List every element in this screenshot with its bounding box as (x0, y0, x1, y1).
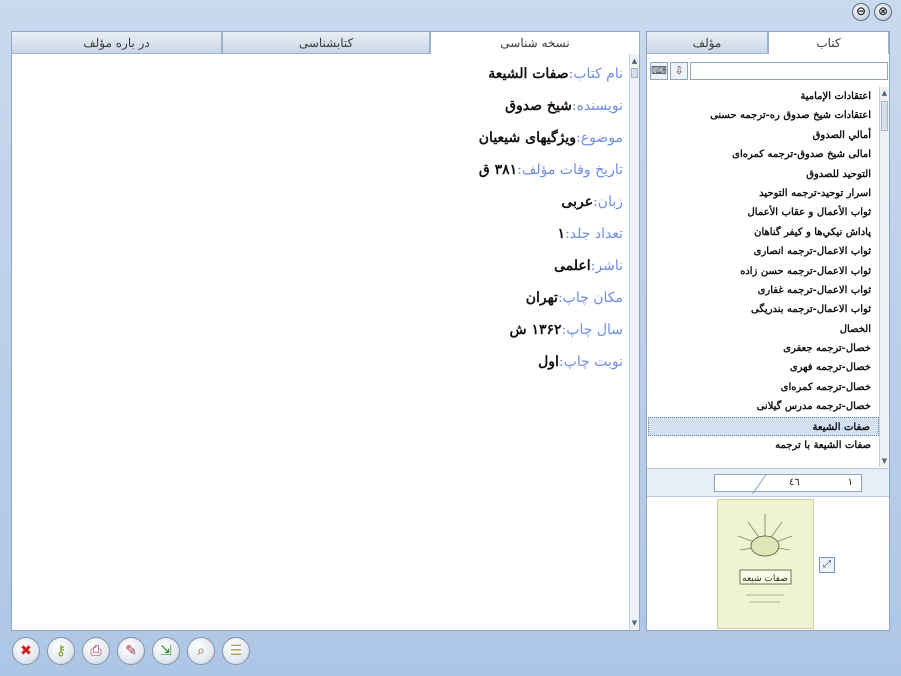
info-label: تعداد جلد: (565, 226, 623, 242)
info-row: تاریخ وفات مؤلف:۳۸۱ ق (479, 162, 623, 194)
edit-icon[interactable]: ✎ (117, 637, 145, 665)
expand-icon[interactable]: ⤢ (819, 557, 835, 573)
list-item[interactable]: امالی شيخ صدوق-ترجمه كمره‌ای (648, 145, 879, 164)
info-label: زبان: (593, 194, 623, 210)
list-item[interactable]: صفات الشيعة (648, 416, 879, 437)
key-icon[interactable]: ⚷ (47, 637, 75, 665)
page-current: ١ (847, 477, 853, 488)
list-item[interactable]: صفات الشيعة با ترجمه (648, 436, 879, 455)
tab-book[interactable]: کتاب (768, 32, 889, 54)
info-row: تعداد جلد:۱ (479, 226, 623, 258)
library-pane: مؤلف کتاب ⌨ ⇩ اعتقادات الإمامية اعتقادات … (646, 31, 890, 631)
info-row: ناشر:اعلمی (479, 258, 623, 290)
tab-about-author[interactable]: در باره مؤلف (12, 32, 222, 54)
info-label: تاریخ وفات مؤلف: (517, 162, 623, 178)
scroll-up-icon[interactable]: ▲ (880, 88, 889, 98)
list-item[interactable]: أمالي الصدوق (648, 126, 879, 145)
scroll-down-icon[interactable]: ▼ (630, 618, 639, 628)
library-tabs: مؤلف کتاب (647, 32, 889, 54)
download-icon[interactable]: ⇩ (670, 62, 688, 80)
list-item[interactable]: ثواب الاعمال-ترجمه حسن زاده (648, 262, 879, 281)
list-item[interactable]: ثواب الاعمال-ترجمه بندريگی (648, 300, 879, 319)
tab-author[interactable]: مؤلف (647, 32, 768, 54)
info-label: موضوع: (576, 130, 623, 146)
page-total: ٤٦ (789, 477, 800, 488)
list-item[interactable]: خصال-ترجمه فهری (648, 358, 879, 377)
info-label: سال چاپ: (561, 322, 623, 338)
list-item[interactable]: ثواب الأعمال و عقاب الأعمال (648, 203, 879, 222)
minimize-icon[interactable]: ⊖ (852, 3, 870, 21)
info-value: ۱۳۶۲ ش (509, 322, 562, 338)
list-item[interactable]: اسرار توحيد-ترجمه التوحيد (648, 184, 879, 203)
info-value: ۱ (557, 226, 566, 242)
list-item[interactable]: اعتقادات الإمامية (648, 87, 879, 106)
book-info: نام کتاب:صفات الشيعة نویسنده:شیخ صدوق موضو… (479, 66, 623, 386)
title-bar: ⊖ ⊗ (0, 0, 901, 26)
cover-title: صفات شیعه (742, 574, 788, 584)
info-value: صفات الشيعة (488, 66, 569, 82)
book-list: اعتقادات الإمامية اعتقادات شيخ صدوق ره-تر… (648, 87, 879, 467)
info-value: ۳۸۱ ق (478, 162, 518, 178)
book-cover-image: صفات شیعه (717, 499, 814, 629)
info-label: نام کتاب: (568, 66, 623, 82)
pager-field[interactable]: ٤٦ ١ (714, 473, 862, 495)
info-label: مکان چاپ: (557, 290, 623, 306)
tab-manuscript[interactable]: نسخه شناسی (430, 32, 640, 54)
details-scrollbar[interactable]: ▲ ▼ (629, 54, 639, 630)
keyboard-icon[interactable]: ⌨ (650, 62, 668, 80)
tab-bibliography[interactable]: کتابشناسی (222, 32, 430, 54)
pager: ٤٦ ١ (647, 469, 889, 497)
info-value: شیخ صدوق (505, 98, 572, 114)
info-value: عربی (561, 194, 594, 210)
info-row: نام کتاب:صفات الشيعة (479, 66, 623, 98)
info-value: اول (538, 354, 559, 370)
print-icon[interactable]: ⎙ (82, 637, 110, 665)
list-item[interactable]: خصال-ترجمه جعفری (648, 339, 879, 358)
search-icon[interactable]: ⌕ (187, 637, 215, 665)
list-item[interactable]: خصال-ترجمه مدرس گيلانی (648, 397, 879, 416)
close-icon[interactable]: ✖ (12, 637, 40, 665)
close-window-icon[interactable]: ⊗ (874, 3, 892, 21)
list-item[interactable]: التوحيد للصدوق (648, 165, 879, 184)
scroll-down-icon[interactable]: ▼ (880, 456, 889, 466)
search-row: ⌨ ⇩ (650, 62, 888, 80)
search-input[interactable] (690, 62, 888, 80)
info-label: ناشر: (590, 258, 623, 274)
list-scrollbar[interactable]: ▲ ▼ (879, 87, 889, 467)
list-item[interactable]: ثواب الاعمال-ترجمه انصاری (648, 242, 879, 261)
list-item[interactable]: ثواب الاعمال-ترجمه غفاری (648, 281, 879, 300)
info-row: موضوع:ویژگیهای شیعیان (479, 130, 623, 162)
info-row: سال چاپ:۱۳۶۲ ش (479, 322, 623, 354)
export-icon[interactable]: ⇲ (152, 637, 180, 665)
list-item[interactable]: اعتقادات شيخ صدوق ره-ترجمه حسنی (648, 106, 879, 125)
list-item[interactable]: الخصال (648, 320, 879, 339)
scroll-up-icon[interactable]: ▲ (630, 56, 639, 66)
list-item[interactable]: خصال-ترجمه كمره‌ای (648, 378, 879, 397)
scroll-thumb[interactable] (881, 101, 888, 131)
info-label: نویسنده: (571, 98, 623, 114)
info-value: ویژگیهای شیعیان (478, 130, 577, 146)
scroll-thumb[interactable] (631, 68, 638, 78)
list-item[interactable]: پاداش نيكي‌ها و كيفر گناهان (648, 223, 879, 242)
info-value: تهران (525, 290, 558, 306)
info-row: نوبت چاپ:اول (479, 354, 623, 386)
info-row: زبان:عربی (479, 194, 623, 226)
details-pane: در باره مؤلف کتابشناسی نسخه شناسی نام کت… (11, 31, 640, 631)
info-value: اعلمی (554, 258, 591, 274)
details-tabs: در باره مؤلف کتابشناسی نسخه شناسی (12, 32, 640, 54)
info-label: نوبت چاپ: (558, 354, 623, 370)
info-row: نویسنده:شیخ صدوق (479, 98, 623, 130)
info-row: مکان چاپ:تهران (479, 290, 623, 322)
notes-icon[interactable]: ☰ (222, 637, 250, 665)
